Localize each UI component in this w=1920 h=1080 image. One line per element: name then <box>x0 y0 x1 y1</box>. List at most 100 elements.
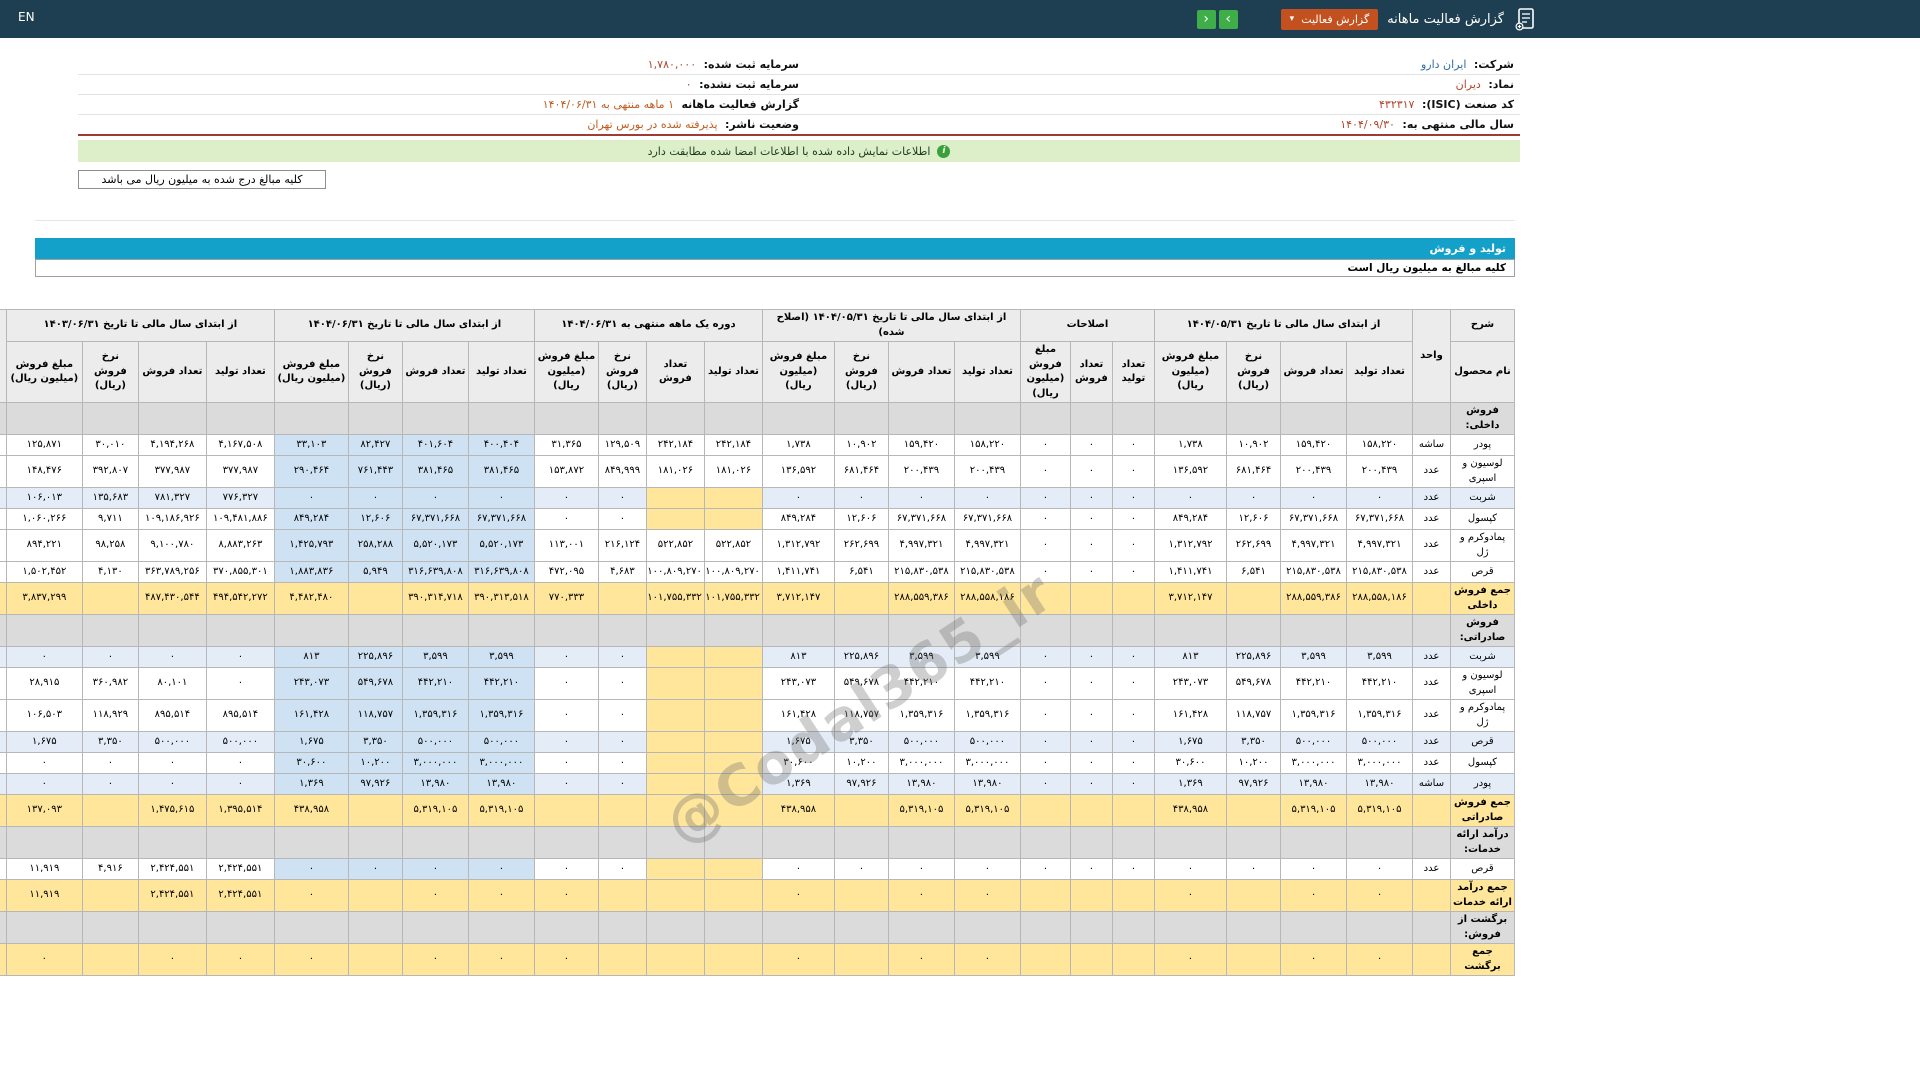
table-cell <box>646 700 704 732</box>
top-bar: گزارش فعالیت ماهانه گزارش فعالیت ▾ › ‹ E… <box>0 0 1920 38</box>
table-cell <box>646 488 704 509</box>
status-cell: تولید <box>0 647 6 668</box>
language-toggle-en[interactable]: EN <box>18 10 35 24</box>
table-cell: ۱,۴۷۵,۶۱۵ <box>138 795 206 827</box>
report-icon[interactable] <box>1513 6 1539 32</box>
table-cell <box>762 615 834 647</box>
table-cell: ۶۷,۳۷۱,۶۶۸ <box>468 509 534 530</box>
unregistered-capital-label: سرمایه ثبت نشده: <box>699 78 799 91</box>
subheader-amount: مبلغ فروش (میلیون ریال) <box>534 342 598 403</box>
table-cell: ۱,۳۵۹,۳۱۶ <box>1347 700 1413 732</box>
table-cell: ۰ <box>1070 456 1112 488</box>
registered-capital-value: ۱,۷۸۰,۰۰۰ <box>648 58 696 71</box>
subheader-qty-produced: تعداد تولید <box>1347 342 1413 403</box>
table-cell: ۰ <box>1020 732 1070 753</box>
table-cell <box>646 827 704 859</box>
table-cell: ۱,۶۷۵ <box>762 732 834 753</box>
unit-cell: عدد <box>1413 732 1451 753</box>
table-cell: ۲۴۳,۰۷۳ <box>274 668 348 700</box>
table-cell: ۴۳۸,۹۵۸ <box>1154 795 1226 827</box>
table-cell <box>646 668 704 700</box>
row-section: برگشت از فروش: <box>0 912 1515 944</box>
table-cell <box>1020 583 1070 615</box>
unit-cell: عدد <box>1413 859 1451 880</box>
table-cell <box>704 615 762 647</box>
table-cell <box>1020 912 1070 944</box>
table-cell <box>1112 795 1154 827</box>
table-cell <box>206 403 274 435</box>
table-cell: ۶۷,۳۷۱,۶۶۸ <box>954 509 1020 530</box>
nav-next-button[interactable]: › <box>1219 10 1238 29</box>
table-cell: ۵۰۰,۰۰۰ <box>138 732 206 753</box>
table-cell <box>1347 827 1413 859</box>
table-cell <box>1227 615 1281 647</box>
document-icon <box>1515 7 1537 31</box>
unit-cell: عدد <box>1413 668 1451 700</box>
table-cell: ۲۸۸,۵۵۹,۳۸۶ <box>1281 583 1347 615</box>
nav-prev-button[interactable]: ‹ <box>1197 10 1216 29</box>
header-desc: شرح <box>1451 310 1515 342</box>
table-cell <box>704 700 762 732</box>
registered-capital-label: سرمایه ثبت شده: <box>704 58 799 71</box>
table-cell: ۳,۷۱۲,۱۴۷ <box>762 583 834 615</box>
table-cell <box>1070 615 1112 647</box>
report-page: شرکت: ایران دارو سرمایه ثبت شده: ۱,۷۸۰,۰… <box>0 55 1545 976</box>
table-cell: ۰ <box>954 488 1020 509</box>
row-data: شربتعدد۳,۵۹۹۳,۵۹۹۲۲۵,۸۹۶۸۱۳۰۰۰۳,۵۹۹۳,۵۹۹… <box>0 647 1515 668</box>
table-cell: ۱۴۸,۴۷۶ <box>6 456 82 488</box>
table-cell: ۴,۹۹۷,۳۲۱ <box>1281 530 1347 562</box>
table-cell: ۰ <box>834 488 888 509</box>
table-cell: ۲۴۳,۰۷۳ <box>762 668 834 700</box>
table-cell: ۱۳,۹۸۰ <box>888 774 954 795</box>
table-cell <box>646 615 704 647</box>
table-cell: ۰ <box>598 647 646 668</box>
table-cell <box>704 859 762 880</box>
table-cell: ۰ <box>598 700 646 732</box>
table-cell: ۸۹۴,۲۲۱ <box>6 530 82 562</box>
row-data: پودرساشه۱۵۸,۲۲۰۱۵۹,۴۲۰۱۰,۹۰۲۱,۷۳۸۰۰۰۱۵۸,… <box>0 435 1515 456</box>
report-type-dropdown[interactable]: گزارش فعالیت ▾ <box>1281 9 1379 30</box>
table-cell: ۰ <box>598 488 646 509</box>
product-name-cell: پمادوکرم و ژل <box>1451 700 1515 732</box>
table-cell <box>1070 403 1112 435</box>
table-cell: ۸۴۹,۲۸۴ <box>762 509 834 530</box>
isic-label: کد صنعت (ISIC): <box>1422 98 1514 111</box>
table-cell: ۱,۴۲۵,۷۹۳ <box>274 530 348 562</box>
status-cell: تولید <box>0 668 6 700</box>
table-cell <box>534 912 598 944</box>
table-cell <box>1227 944 1281 976</box>
status-cell <box>0 827 6 859</box>
table-cell <box>598 880 646 912</box>
table-cell <box>138 615 206 647</box>
row-data: قرصعدد۵۰۰,۰۰۰۵۰۰,۰۰۰۳,۳۵۰۱,۶۷۵۰۰۰۵۰۰,۰۰۰… <box>0 732 1515 753</box>
row-data: لوسیون و اسپریعدد۴۴۲,۲۱۰۴۴۲,۲۱۰۵۴۹,۶۷۸۲۴… <box>0 668 1515 700</box>
table-cell: ۱,۳۹۵,۵۱۴ <box>206 795 274 827</box>
table-cell: ۱۰۱,۷۵۵,۳۳۲ <box>704 583 762 615</box>
table-cell <box>954 403 1020 435</box>
table-cell: ۳۷۷,۹۸۷ <box>138 456 206 488</box>
table-cell: ۲۱۵,۸۳۰,۵۳۸ <box>1281 562 1347 583</box>
report-type-dropdown-label: گزارش فعالیت <box>1301 13 1369 26</box>
unregistered-capital-field: سرمایه ثبت نشده: ۰ <box>84 77 799 92</box>
unit-cell: عدد <box>1413 509 1451 530</box>
table-cell <box>402 912 468 944</box>
table-cell: ۰ <box>1112 753 1154 774</box>
table-cell: ۱,۴۱۱,۷۴۱ <box>1154 562 1226 583</box>
table-cell <box>206 912 274 944</box>
table-cell <box>834 615 888 647</box>
table-cell <box>1347 912 1413 944</box>
table-cell: ۰ <box>6 647 82 668</box>
subheader-qty-sold: تعداد فروش <box>646 342 704 403</box>
table-cell: ۱۵۹,۴۲۰ <box>1281 435 1347 456</box>
table-cell: ۳,۰۰۰,۰۰۰ <box>1281 753 1347 774</box>
table-cell: ۱۲,۶۰۶ <box>348 509 402 530</box>
table-cell: ۰ <box>534 859 598 880</box>
table-cell: ۳,۵۹۹ <box>1281 647 1347 668</box>
table-cell: ۳۱۶,۶۳۹,۸۰۸ <box>468 562 534 583</box>
table-cell: ۲۵۸,۲۸۸ <box>348 530 402 562</box>
table-cell: ۱,۳۵۹,۳۱۶ <box>402 700 468 732</box>
table-cell: ۲۴۲,۱۸۴ <box>704 435 762 456</box>
company-link[interactable]: ایران دارو <box>1421 58 1466 71</box>
table-cell <box>646 859 704 880</box>
table-cell: ۰ <box>1070 700 1112 732</box>
